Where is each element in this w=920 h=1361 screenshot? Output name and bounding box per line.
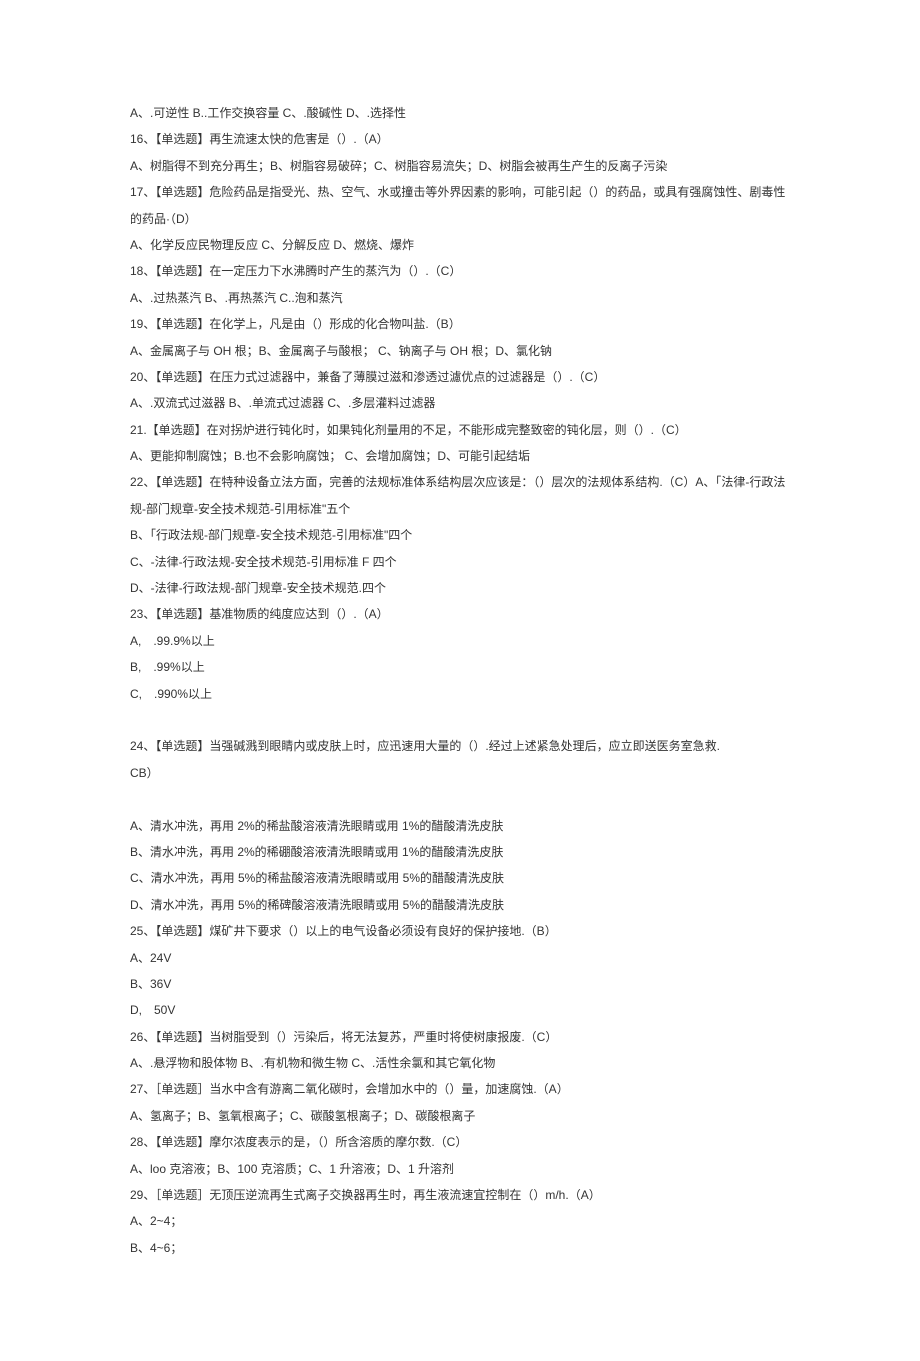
text-line: D、-法律-行政法规-部门规章-安全技术规范.四个 — [130, 575, 790, 601]
text-line: B, .99%以上 — [130, 654, 790, 680]
text-line: 27、［单选题］当水中含有游离二氧化碳时，会增加水中的（）量，加速腐蚀.（A） — [130, 1076, 790, 1102]
text-line: D, 50V — [130, 997, 790, 1023]
text-line: B、36V — [130, 971, 790, 997]
text-line: A、2~4； — [130, 1208, 790, 1234]
text-line: A、氢离子；B、氢氧根离子；C、碳酸氢根离子；D、碳酸根离子 — [130, 1103, 790, 1129]
text-line: A、.可逆性 B..工作交换容量 C、.酸碱性 D、.选择性 — [130, 100, 790, 126]
text-line: 28、【单选题】摩尔浓度表示的是，（）所含溶质的摩尔数.（C） — [130, 1129, 790, 1155]
text-line: C、清水冲洗，再用 5%的稀盐酸溶液清洗眼睛或用 5%的醋酸清洗皮肤 — [130, 865, 790, 891]
text-line: C, .990%以上 — [130, 681, 790, 707]
text-line: 22、【单选题】在特种设备立法方面，完善的法规标准体系结构层次应该是：（）层次的… — [130, 469, 790, 522]
text-line: 24、【单选题】当强碱溅到眼睛内或皮肤上时，应迅速用大量的（）.经过上述紧急处理… — [130, 733, 790, 759]
text-line: C、-法律-行政法规-安全技术规范-引用标准 F 四个 — [130, 549, 790, 575]
text-line: A, .99.9%以上 — [130, 628, 790, 654]
text-line: 23、【单选题】基准物质的纯度应达到（）.（A） — [130, 601, 790, 627]
text-line: 21.【单选题】在对拐炉进行钝化时，如果钝化剂量用的不足，不能形成完整致密的钝化… — [130, 417, 790, 443]
text-line: B、4~6； — [130, 1235, 790, 1261]
text-line: 26、【单选题】当树脂受到（）污染后，将无法复苏，严重时将使树康报废.（C） — [130, 1024, 790, 1050]
text-line — [130, 786, 790, 812]
text-line: A、清水冲洗，再用 2%的稀盐酸溶液清洗眼睛或用 1%的醋酸清洗皮肤 — [130, 813, 790, 839]
text-line: A、.双流式过滋器 B、.单流式过滤器 C、.多层灌料过滤器 — [130, 390, 790, 416]
text-line: A、金属离子与 OH 根；B、金属离子与酸根； C、钠离子与 OH 根；D、氯化… — [130, 338, 790, 364]
text-line: CB） — [130, 760, 790, 786]
text-line: A、.过热蒸汽 B、.再热蒸汽 C..泡和蒸汽 — [130, 285, 790, 311]
text-line: A、更能抑制腐蚀；B.也不会影响腐蚀； C、会增加腐蚀；D、可能引起结垢 — [130, 443, 790, 469]
text-line: D、清水冲洗，再用 5%的稀碑酸溶液清洗眼睛或用 5%的醋酸清洗皮肤 — [130, 892, 790, 918]
text-line: 16、【单选题】再生流速太快的危害是（）.（A） — [130, 126, 790, 152]
text-line: A、loo 克溶液；B、100 克溶质；C、1 升溶液；D、1 升溶剂 — [130, 1156, 790, 1182]
text-line: 29、［单选题］无顶压逆流再生式离子交换器再生时，再生液流速宜控制在（）m/h.… — [130, 1182, 790, 1208]
text-line: 20、【单选题】在压力式过滤器中，兼备了薄膜过滋和渗透过濾优点的过滤器是（）.（… — [130, 364, 790, 390]
text-line — [130, 707, 790, 733]
text-line: 18、【单选题】在一定压力下水沸腾时产生的蒸汽为（）.（C） — [130, 258, 790, 284]
text-line: 25、【单选题】煤矿井下要求（）以上的电气设备必须设有良好的保护接地.（B） — [130, 918, 790, 944]
text-line: A、化学反应民物理反应 C、分解反应 D、燃烧、爆炸 — [130, 232, 790, 258]
text-line: A、24V — [130, 945, 790, 971]
text-line: A、树脂得不到充分再生；B、树脂容易破碎；C、树脂容易流失；D、树脂会被再生产生… — [130, 153, 790, 179]
text-line: B、「行政法规-部门规章-安全技术规范-引用标准"四个 — [130, 522, 790, 548]
document-body: A、.可逆性 B..工作交换容量 C、.酸碱性 D、.选择性 16、【单选题】再… — [130, 100, 790, 1261]
text-line: 17、【单选题】危险药品是指受光、热、空气、水或撞击等外界因素的影响，可能引起（… — [130, 179, 790, 232]
text-line: A、.悬浮物和股体物 B、.有机物和微生物 C、.活性余氯和其它氧化物 — [130, 1050, 790, 1076]
text-line: B、清水冲洗，再用 2%的稀硼酸溶液清洗眼睛或用 1%的醋酸清洗皮肤 — [130, 839, 790, 865]
text-line: 19、【单选题】在化学上，凡是由（）形成的化合物叫盐.（B） — [130, 311, 790, 337]
